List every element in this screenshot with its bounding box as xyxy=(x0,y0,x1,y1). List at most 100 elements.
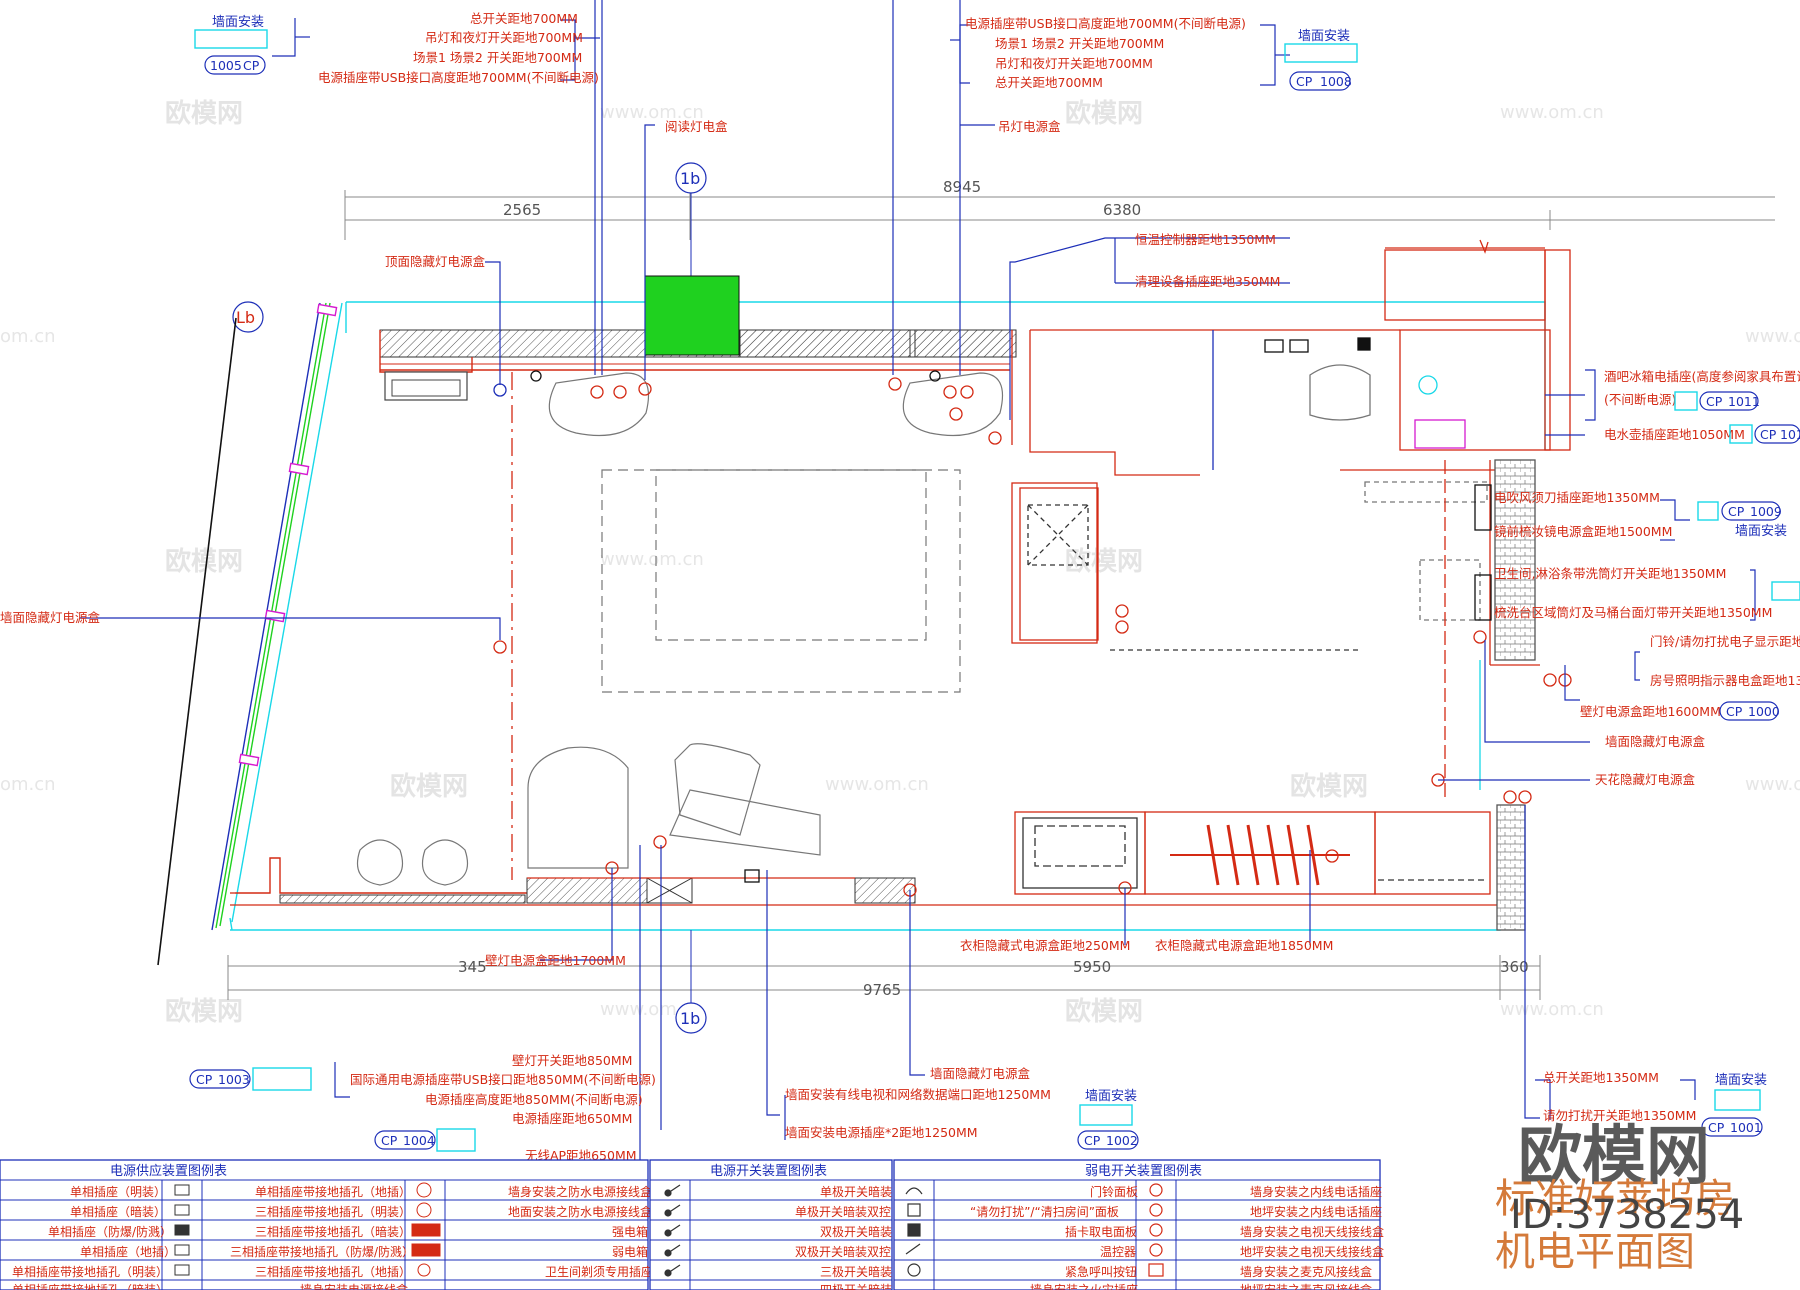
watermark-url: www.om.cn xyxy=(1745,774,1800,795)
svg-text:电源供应装置图例表: 电源供应装置图例表 xyxy=(110,1163,227,1179)
install-tag-1009: CP 1009 墙面安装 xyxy=(1697,501,1787,539)
svg-text:墙面安装电源插座*2距地1250MM: 墙面安装电源插座*2距地1250MM xyxy=(785,1125,978,1140)
svg-text:墙面隐藏灯电源盒: 墙面隐藏灯电源盒 xyxy=(0,610,101,625)
grid-label-bottom: 1b xyxy=(680,1009,700,1028)
svg-text:门铃面板: 门铃面板 xyxy=(1090,1184,1138,1199)
svg-text:阅读灯电盒: 阅读灯电盒 xyxy=(665,119,728,134)
svg-text:墙面隐藏灯电源盒: 墙面隐藏灯电源盒 xyxy=(1605,734,1706,749)
dim-bottom-right: 360 xyxy=(1500,958,1529,976)
svg-text:场景1 场景2 开关距地700MM: 场景1 场景2 开关距地700MM xyxy=(995,36,1164,51)
armchair xyxy=(527,743,821,869)
svg-text:1000: 1000 xyxy=(1748,704,1780,719)
svg-text:顶面隐藏灯电源盒: 顶面隐藏灯电源盒 xyxy=(385,254,486,269)
svg-text:CP: CP xyxy=(1706,394,1723,409)
watermark-text: 欧模网 xyxy=(390,771,468,802)
legend-switch-table: 电源开关装置图例表 单极开关暗装 单极开关暗装双控 双极开关暗装 双极开关暗装双… xyxy=(649,1159,893,1290)
callouts-top-left: 总开关距地700MM 吊灯和夜灯开关距地700MM 场景1 场景2 开关距地70… xyxy=(318,11,599,85)
svg-text:墙身安装之防水电源接线盒: 墙身安装之防水电源接线盒 xyxy=(508,1184,652,1199)
svg-text:温控器: 温控器 xyxy=(1100,1245,1136,1259)
svg-text:衣柜隐藏式电源盒距地250MM: 衣柜隐藏式电源盒距地250MM xyxy=(960,938,1130,953)
svg-text:单极开关暗装: 单极开关暗装 xyxy=(820,1184,892,1199)
svg-text:双极开关暗装: 双极开关暗装 xyxy=(820,1224,892,1239)
svg-text:1003: 1003 xyxy=(218,1072,250,1087)
svg-text:1002: 1002 xyxy=(1106,1133,1138,1148)
dim-bottom-total: 9765 xyxy=(863,981,901,999)
svg-text:四极开关暗装: 四极开关暗装 xyxy=(820,1282,892,1290)
svg-text:壁灯电源盒距地1700MM: 壁灯电源盒距地1700MM xyxy=(485,953,626,968)
svg-text:墙面安装: 墙面安装 xyxy=(1298,29,1350,44)
watermark-url: www.om.cn xyxy=(1500,999,1604,1020)
top-dimension xyxy=(344,190,1775,240)
install-tag-1011: CP 1011 xyxy=(1674,391,1760,411)
svg-text:电源插座距地650MM: 电源插座距地650MM xyxy=(512,1111,632,1126)
svg-text:CP: CP xyxy=(243,58,260,73)
svg-text:电源插座带USB接口高度距地700MM(不间断电源): 电源插座带USB接口高度距地700MM(不间断电源) xyxy=(965,16,1246,31)
svg-text:墙身安装之火灾插座: 墙身安装之火灾插座 xyxy=(1030,1282,1138,1290)
svg-text:墙身安装电源接线盒: 墙身安装电源接线盒 xyxy=(300,1282,408,1290)
svg-text:镜前梳妆镜电源盒距地1500MM: 镜前梳妆镜电源盒距地1500MM xyxy=(1494,524,1672,539)
dim-bottom-mid: 5950 xyxy=(1073,958,1111,976)
svg-text:1009: 1009 xyxy=(1750,504,1782,519)
svg-text:清理设备插座距地350MM: 清理设备插座距地350MM xyxy=(1135,274,1280,289)
svg-text:“请勿打扰”/“清扫房间”面板: “请勿打扰”/“清扫房间”面板 xyxy=(970,1204,1119,1219)
dim-top-left: 2565 xyxy=(503,201,541,219)
svg-text:单相插座（地插）: 单相插座（地插） xyxy=(80,1244,176,1259)
svg-text:CP: CP xyxy=(1084,1133,1101,1148)
install-tag-1005: 墙面安装 1005 CP xyxy=(194,15,268,75)
legend-supply-table: 电源供应装置图例表 单相插座（明装） 单相插座带接地插孔（地插） 墙身安装之防水… xyxy=(0,1159,653,1290)
callouts-bottom: 壁灯开关距地850MM 国际通用电源插座带USB接口距地850MM(不间断电源)… xyxy=(350,1053,1696,1163)
svg-text:强电箱: 强电箱 xyxy=(612,1224,648,1239)
svg-text:墙面安装: 墙面安装 xyxy=(1085,1089,1137,1104)
watermark-url: www.om.cn xyxy=(600,549,704,570)
svg-text:墙身安装之麦克风接线盒: 墙身安装之麦克风接线盒 xyxy=(1240,1264,1372,1279)
svg-text:单相插座（暗装）: 单相插座（暗装） xyxy=(70,1204,166,1219)
svg-text:墙面安装: 墙面安装 xyxy=(1735,524,1787,539)
svg-text:门铃/请勿打扰电子显示距地: 门铃/请勿打扰电子显示距地 xyxy=(1650,634,1800,649)
svg-text:(不间断电源): (不间断电源) xyxy=(1604,392,1676,407)
svg-text:电源开关装置图例表: 电源开关装置图例表 xyxy=(710,1164,827,1179)
svg-text:场景1 场景2 开关距地700MM: 场景1 场景2 开关距地700MM xyxy=(413,50,582,65)
svg-text:单相插座带接地插孔（明装）: 单相插座带接地插孔（明装） xyxy=(12,1264,168,1279)
svg-text:插卡取电面板: 插卡取电面板 xyxy=(1065,1225,1137,1239)
grid-label-left: Lb xyxy=(236,308,255,327)
watermark-url: www.om.cn xyxy=(825,774,929,795)
top-wall xyxy=(379,275,1017,373)
svg-text:单相插座（明装）: 单相插座（明装） xyxy=(70,1184,166,1199)
watermark-text: 欧模网 xyxy=(165,546,243,577)
svg-text:电源插座高度距地850MM(不间断电源): 电源插座高度距地850MM(不间断电源) xyxy=(425,1092,643,1107)
svg-text:三极开关暗装: 三极开关暗装 xyxy=(820,1264,892,1279)
svg-text:地面安装之防水电源接线盒: 地面安装之防水电源接线盒 xyxy=(508,1204,652,1219)
grid-label-top: 1b xyxy=(680,169,700,188)
svg-text:CP: CP xyxy=(1708,1120,1725,1135)
svg-text:吊灯和夜灯开关距地700MM: 吊灯和夜灯开关距地700MM xyxy=(425,30,583,45)
watermark-text: 欧模网 xyxy=(1065,98,1143,129)
svg-text:墙面隐藏灯电源盒: 墙面隐藏灯电源盒 xyxy=(930,1066,1031,1081)
window-markers xyxy=(238,303,338,767)
svg-text:双极开关暗装双控: 双极开关暗装双控 xyxy=(795,1244,891,1259)
svg-text:地坪安装之电视天线接线盒: 地坪安装之电视天线接线盒 xyxy=(1240,1244,1384,1259)
svg-text:三相插座带接地插孔（防爆/防溅）: 三相插座带接地插孔（防爆/防溅） xyxy=(230,1244,414,1259)
watermark-url: om.cn xyxy=(0,774,56,795)
watermark-text: 欧模网 xyxy=(1290,771,1368,802)
svg-text:三相插座带接地插孔（地插）: 三相插座带接地插孔（地插） xyxy=(255,1264,411,1279)
svg-text:CP: CP xyxy=(1726,704,1743,719)
bed-furniture xyxy=(548,372,1004,693)
mep-floor-plan: 欧模网 欧模网 欧模网 欧模网 欧模网 欧模网 欧模网 欧模网 欧模网 www.… xyxy=(0,0,1800,1290)
svg-text:弱电开关装置图例表: 弱电开关装置图例表 xyxy=(1085,1164,1202,1179)
install-tag-1000: CP 1000 xyxy=(1719,701,1780,721)
svg-text:总开关距地700MM: 总开关距地700MM xyxy=(470,11,578,26)
svg-text:CP: CP xyxy=(196,1072,213,1087)
svg-text:卫生间剃须专用插座: 卫生间剃须专用插座 xyxy=(545,1264,653,1279)
svg-text:总开关距地700MM: 总开关距地700MM xyxy=(995,75,1103,90)
svg-text:墙面安装: 墙面安装 xyxy=(212,15,264,30)
svg-text:1005: 1005 xyxy=(210,58,242,73)
dim-top-right: 6380 xyxy=(1103,201,1141,219)
svg-text:墙身安装之内线电话插座: 墙身安装之内线电话插座 xyxy=(1250,1184,1382,1199)
svg-text:壁灯开关距地850MM: 壁灯开关距地850MM xyxy=(512,1053,632,1068)
title-line-2: 机电平面图 xyxy=(1495,1229,1695,1275)
svg-text:恒温控制器距地1350MM: 恒温控制器距地1350MM xyxy=(1135,232,1276,247)
svg-text:总开关距地1350MM: 总开关距地1350MM xyxy=(1543,1070,1659,1085)
svg-text:卫生间,淋浴条带洗筒灯开关距地1350MM: 卫生间,淋浴条带洗筒灯开关距地1350MM xyxy=(1494,566,1726,581)
svg-text:弱电箱: 弱电箱 xyxy=(612,1244,648,1259)
legend-weak-table: 弱电开关装置图例表 门铃面板 墙身安装之内线电话插座 “请勿打扰”/“清扫房间”… xyxy=(893,1159,1384,1290)
